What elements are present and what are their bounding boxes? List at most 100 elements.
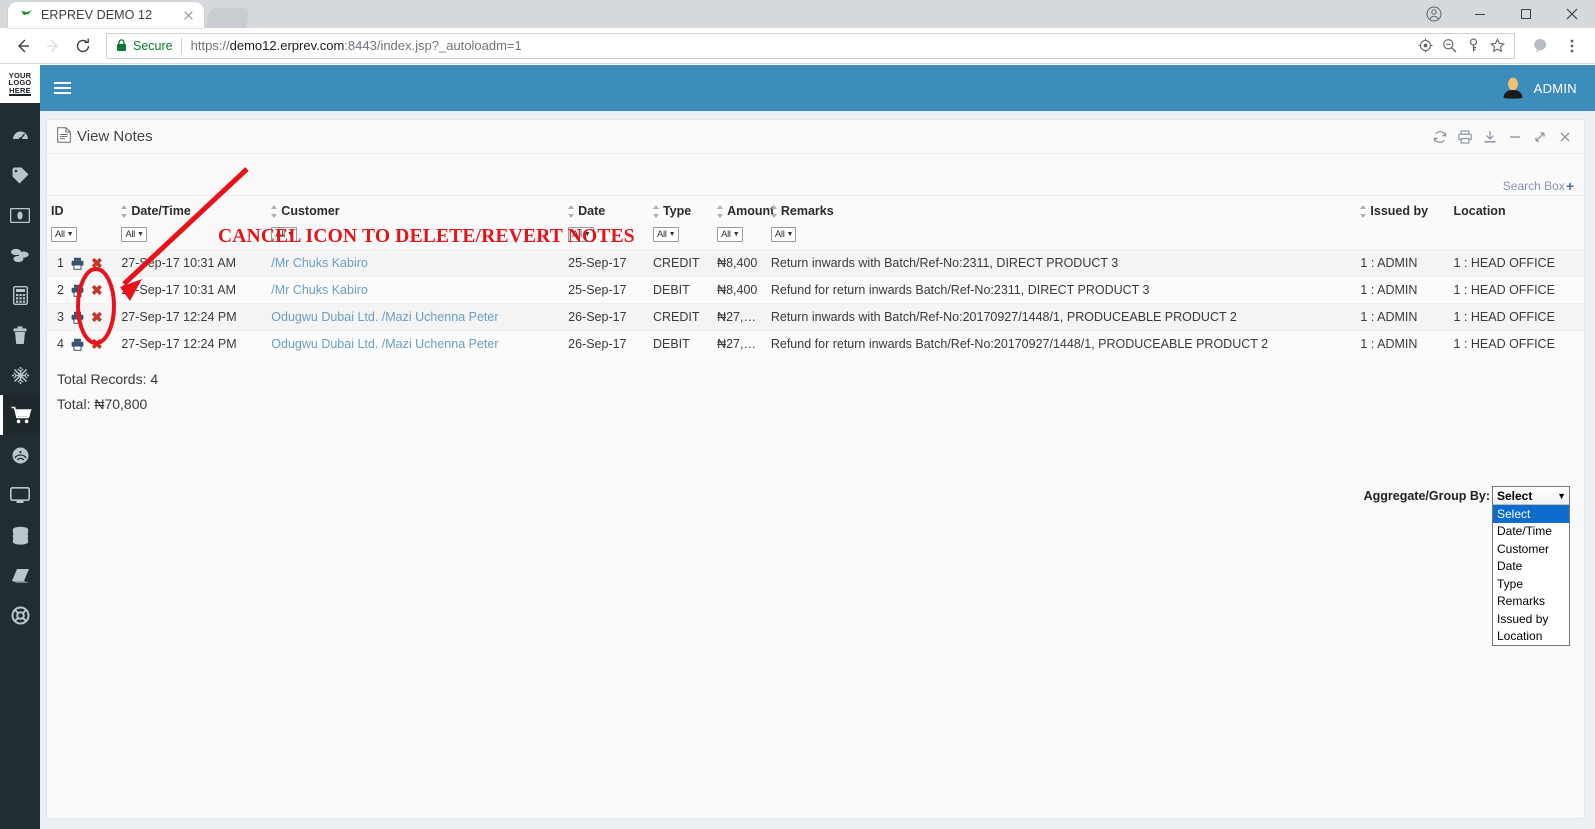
filter-dropdown-remarks[interactable]: All ▼	[770, 227, 797, 242]
address-bar[interactable]: Secure https://demo12.erprev.com:8443/in…	[106, 32, 1515, 59]
filter-dropdown-type[interactable]: All ▼	[652, 227, 679, 242]
sidebar-item-cart[interactable]	[0, 395, 40, 435]
sidebar-item-cash[interactable]	[0, 195, 40, 235]
topbar-user-area[interactable]: ADMIN	[1502, 76, 1595, 100]
sidebar-item-calculator[interactable]	[0, 275, 40, 315]
window-maximize-button[interactable]	[1503, 0, 1549, 28]
filter-dropdown-amount[interactable]: All ▼	[717, 227, 743, 242]
table-row[interactable]: 2 ✖ 27-Sep-17 10:31 AM /Mr Chuks Kabiro	[47, 276, 1584, 304]
cell-customer[interactable]: Odugwu Dubai Ltd. /Mazi Uchenna Peter	[267, 303, 565, 331]
col-header-location[interactable]: Location	[1450, 196, 1585, 224]
option-location[interactable]: Location	[1493, 628, 1569, 646]
sort-icon[interactable]	[717, 204, 724, 218]
printer-icon[interactable]	[71, 284, 84, 297]
tab-close-icon[interactable]	[180, 7, 196, 23]
aggregate-select-value[interactable]: Select ▼	[1493, 487, 1569, 504]
option-date[interactable]: Date	[1493, 558, 1569, 576]
sort-icon[interactable]	[271, 204, 278, 218]
sort-icon[interactable]	[1360, 204, 1367, 218]
option-select[interactable]: Select	[1493, 505, 1569, 523]
filter-row: All ▼ All ▼ All ▼ All ▼ All ▼ All ▼ All ▼	[47, 224, 1584, 250]
logo[interactable]: YOUR LOGO HERE	[0, 65, 40, 103]
url-host: demo12.erprev.com	[229, 38, 345, 53]
forward-arrow-icon[interactable]	[38, 31, 68, 61]
sidebar-item-globe-signal[interactable]	[0, 435, 40, 475]
browser-tab[interactable]: ERPREV DEMO 12	[8, 2, 204, 28]
col-header-date[interactable]: Date	[564, 196, 649, 224]
search-box-toggle[interactable]: Search Box +	[1503, 179, 1574, 193]
zoom-out-icon[interactable]	[1438, 35, 1460, 57]
cell-customer[interactable]: /Mr Chuks Kabiro	[267, 276, 565, 304]
extension-icon[interactable]	[1525, 31, 1555, 61]
cancel-x-icon[interactable]: ✖	[91, 256, 103, 270]
cancel-x-icon[interactable]: ✖	[91, 337, 103, 351]
reload-icon[interactable]	[68, 31, 98, 61]
refresh-icon[interactable]	[1433, 130, 1447, 144]
new-tab-button[interactable]	[206, 8, 250, 28]
table-row[interactable]: 3 ✖ 27-Sep-17 12:24 PM Odugwu Dubai Ltd.…	[47, 303, 1584, 331]
sidebar-item-life-ring[interactable]	[0, 595, 40, 635]
download-icon[interactable]	[1483, 130, 1497, 144]
filter-dropdown-date[interactable]: All ▼	[568, 227, 594, 242]
sort-icon[interactable]	[652, 204, 660, 218]
cancel-x-icon[interactable]: ✖	[91, 283, 103, 297]
printer-icon[interactable]	[71, 257, 84, 270]
sort-icon[interactable]	[770, 204, 778, 218]
target-icon[interactable]	[1414, 35, 1436, 57]
sidebar-item-trash[interactable]	[0, 315, 40, 355]
plus-icon[interactable]: +	[1566, 179, 1574, 193]
col-label: Customer	[281, 204, 340, 218]
hamburger-icon[interactable]	[40, 65, 84, 111]
sidebar-item-snowflake[interactable]	[0, 355, 40, 395]
col-header-id[interactable]: ID	[47, 196, 117, 224]
col-header-issued-by[interactable]: Issued by	[1356, 196, 1449, 224]
cell-customer[interactable]: /Mr Chuks Kabiro	[267, 249, 565, 277]
option-datetime[interactable]: Date/Time	[1493, 523, 1569, 541]
filter-dropdown-customer[interactable]: All ▼	[271, 227, 297, 242]
expand-icon[interactable]	[1533, 130, 1547, 144]
col-header-type[interactable]: Type	[649, 196, 713, 224]
window-close-button[interactable]	[1549, 0, 1595, 28]
back-arrow-icon[interactable]	[8, 31, 38, 61]
tab-title: ERPREV DEMO 12	[41, 8, 153, 22]
window-minimize-button[interactable]	[1457, 0, 1503, 28]
star-icon[interactable]	[1486, 35, 1508, 57]
sidebar-item-database[interactable]	[0, 515, 40, 555]
col-header-amount[interactable]: Amount	[713, 196, 774, 224]
col-header-customer[interactable]: Customer	[267, 196, 564, 224]
sort-icon[interactable]	[568, 204, 575, 218]
col-header-datetime[interactable]: Date/Time	[117, 196, 267, 224]
cancel-x-icon[interactable]: ✖	[91, 310, 103, 324]
option-type[interactable]: Type	[1493, 575, 1569, 593]
table-row[interactable]: 1 ✖ 27-Sep-17 10:31 AM /Mr Chuks Kabiro	[47, 249, 1584, 277]
sidebar-item-tags[interactable]	[0, 155, 40, 195]
close-icon[interactable]	[1558, 130, 1572, 144]
col-label: Remarks	[780, 204, 834, 218]
filter-value: All	[656, 229, 667, 240]
filter-dropdown-datetime[interactable]: All ▼	[121, 227, 147, 242]
kebab-menu-icon[interactable]	[1557, 31, 1587, 61]
printer-icon[interactable]	[1458, 129, 1472, 144]
option-remarks[interactable]: Remarks	[1493, 593, 1569, 611]
filter-value: All	[275, 229, 285, 240]
sidebar-item-book[interactable]	[0, 555, 40, 595]
cell-location: 1 : HEAD OFFICE	[1449, 303, 1584, 331]
filter-dropdown-id[interactable]: All ▼	[51, 227, 77, 242]
sidebar-item-monitor[interactable]	[0, 475, 40, 515]
option-issued-by[interactable]: Issued by	[1493, 610, 1569, 628]
sort-icon[interactable]	[121, 204, 128, 218]
selected-option-label: Select	[1497, 488, 1533, 503]
minimize-icon[interactable]	[1508, 130, 1522, 144]
table-row[interactable]: 4 ✖ 27-Sep-17 12:24 PM Odugwu Dubai Ltd.…	[47, 330, 1584, 357]
aggregate-select[interactable]: Select ▼ Select Date/Time Customer Date …	[1492, 486, 1570, 646]
key-icon[interactable]	[1462, 35, 1484, 57]
cell-customer[interactable]: Odugwu Dubai Ltd. /Mazi Uchenna Peter	[267, 330, 565, 357]
cell-id: 1 ✖	[47, 249, 118, 277]
sidebar-item-coins[interactable]	[0, 235, 40, 275]
col-header-remarks[interactable]: Remarks	[767, 196, 1357, 224]
profile-icon[interactable]	[1411, 0, 1457, 28]
printer-icon[interactable]	[71, 338, 84, 351]
sidebar-item-dashboard[interactable]	[0, 115, 40, 155]
option-customer[interactable]: Customer	[1493, 540, 1569, 558]
printer-icon[interactable]	[71, 311, 84, 324]
